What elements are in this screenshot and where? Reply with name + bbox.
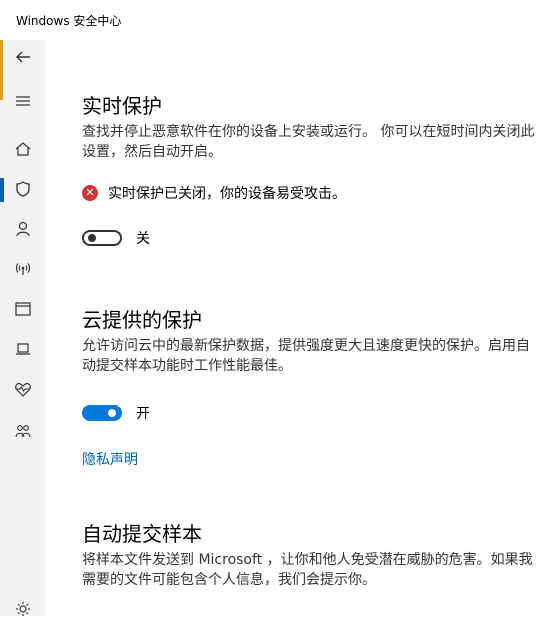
realtime-desc-line2: 设置，然后自动开启。 <box>82 144 222 160</box>
nav-rail <box>0 40 45 616</box>
realtime-title: 实时保护 <box>82 94 162 118</box>
nav-device-security[interactable] <box>8 334 38 364</box>
cloud-desc-line2: 动提交样本功能时工作性能最佳。 <box>82 358 292 374</box>
hamburger-icon <box>16 96 30 106</box>
heart-pulse-icon <box>15 382 31 397</box>
nav-home[interactable] <box>8 134 38 164</box>
person-icon <box>16 221 30 237</box>
shield-icon <box>16 181 30 197</box>
nav-virus-protection[interactable] <box>8 174 38 204</box>
back-button[interactable] <box>8 42 38 72</box>
back-arrow-icon <box>16 51 30 63</box>
menu-button[interactable] <box>8 86 38 116</box>
realtime-toggle[interactable]: 关 <box>82 228 150 248</box>
cloud-toggle[interactable]: 开 <box>82 403 150 423</box>
nav-selection-indicator <box>0 178 4 202</box>
gear-icon <box>16 602 30 616</box>
nav-family-options[interactable] <box>8 416 38 446</box>
cloud-toggle-switch[interactable] <box>82 405 122 421</box>
window-edge-accent <box>0 40 3 100</box>
window-title: Windows 安全中心 <box>16 14 122 28</box>
autosubmit-desc-line2: 需要的文件可能包含个人信息，我们会提示你。 <box>82 572 376 588</box>
nav-firewall[interactable] <box>8 254 38 284</box>
wireless-icon <box>15 263 31 275</box>
autosubmit-title: 自动提交样本 <box>82 522 202 546</box>
realtime-desc-line1: 查找并停止恶意软件在你的设备上安装或运行。 你可以在短时间内关闭此 <box>82 124 535 140</box>
realtime-status: ✕ 实时保护已关闭，你的设备易受攻击。 <box>82 183 346 203</box>
nav-account-protection[interactable] <box>8 214 38 244</box>
home-icon <box>15 142 31 156</box>
realtime-toggle-label: 关 <box>136 231 150 247</box>
cloud-title: 云提供的保护 <box>82 308 202 332</box>
title-bar: Windows 安全中心 <box>0 0 558 40</box>
nav-settings[interactable] <box>8 594 38 624</box>
nav-app-browser-control[interactable] <box>8 294 38 324</box>
realtime-status-text: 实时保护已关闭，你的设备易受攻击。 <box>108 186 346 202</box>
browser-window-icon <box>15 302 31 316</box>
cloud-toggle-label: 开 <box>136 406 150 422</box>
family-icon <box>15 425 31 438</box>
nav-device-performance[interactable] <box>8 374 38 404</box>
autosubmit-desc-line1: 将样本文件发送到 Microsoft ，让你和他人免受潜在威胁的危害。如果我 <box>82 552 533 568</box>
error-icon: ✕ <box>82 185 98 201</box>
laptop-icon <box>16 343 30 355</box>
cloud-desc-line1: 允许访问云中的最新保护数据，提供强度更大且速度更快的保护。启用自 <box>82 338 530 354</box>
main-content: 实时保护 查找并停止恶意软件在你的设备上安装或运行。 你可以在短时间内关闭此 设… <box>82 40 558 616</box>
realtime-toggle-switch[interactable] <box>82 230 122 246</box>
privacy-statement-link[interactable]: 隐私声明 <box>82 449 138 469</box>
